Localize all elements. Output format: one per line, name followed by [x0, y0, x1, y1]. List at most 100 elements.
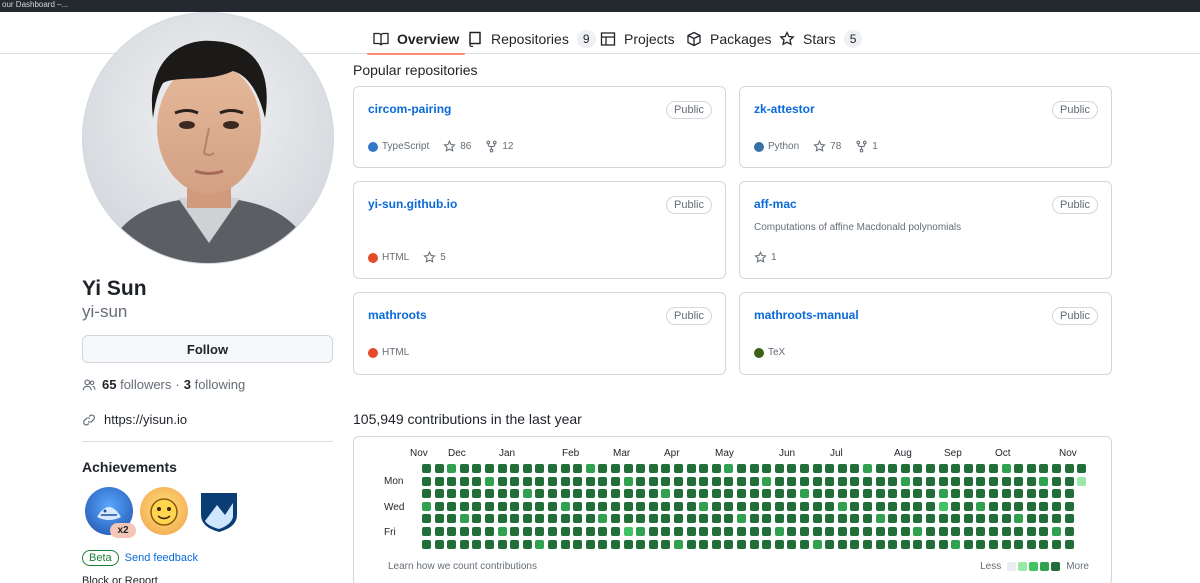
contribution-day[interactable] [522, 464, 532, 473]
contribution-day[interactable] [976, 514, 986, 524]
contribution-day[interactable] [951, 476, 961, 486]
contribution-day[interactable] [762, 514, 772, 524]
contribution-day[interactable] [863, 476, 872, 486]
contribution-day[interactable] [636, 501, 646, 511]
contribution-day[interactable] [749, 527, 759, 536]
contribution-day[interactable] [1064, 476, 1074, 486]
contribution-day[interactable] [510, 476, 520, 486]
contribution-day[interactable] [522, 476, 532, 486]
website-link[interactable]: https://yisun.io [104, 412, 187, 427]
contribution-day[interactable] [787, 539, 797, 549]
contribution-day[interactable] [422, 489, 431, 499]
contribution-day[interactable] [913, 527, 923, 536]
contribution-day[interactable] [850, 476, 860, 486]
contribution-day[interactable] [485, 514, 494, 524]
contribution-day[interactable] [711, 489, 721, 499]
achievements-title[interactable]: Achievements [82, 459, 177, 475]
contribution-day[interactable] [648, 514, 658, 524]
contribution-day[interactable] [522, 539, 532, 549]
contribution-day[interactable] [611, 527, 620, 536]
contribution-day[interactable] [636, 527, 646, 536]
contribution-day[interactable] [1001, 476, 1011, 486]
contribution-day[interactable] [926, 539, 935, 549]
contribution-day[interactable] [585, 527, 595, 536]
contribution-day[interactable] [926, 514, 935, 524]
contribution-day[interactable] [560, 476, 570, 486]
contribution-day[interactable] [548, 501, 557, 511]
repo-stars-link[interactable]: 5 [423, 251, 446, 264]
contribution-day[interactable] [963, 464, 973, 473]
contribution-day[interactable] [459, 539, 469, 549]
contribution-day[interactable] [573, 476, 583, 486]
contribution-day[interactable] [711, 539, 721, 549]
contribution-day[interactable] [560, 501, 570, 511]
contribution-day[interactable] [774, 489, 784, 499]
contribution-day[interactable] [661, 489, 671, 499]
contribution-day[interactable] [510, 539, 520, 549]
contribution-day[interactable] [485, 539, 494, 549]
contribution-day[interactable] [800, 489, 809, 499]
contribution-day[interactable] [800, 501, 809, 511]
contribution-day[interactable] [711, 514, 721, 524]
contribution-day[interactable] [497, 489, 507, 499]
contribution-day[interactable] [611, 539, 620, 549]
contribution-day[interactable] [989, 527, 998, 536]
contribution-day[interactable] [661, 501, 671, 511]
contribution-day[interactable] [825, 539, 835, 549]
contribution-day[interactable] [1026, 539, 1036, 549]
contribution-day[interactable] [598, 501, 608, 511]
contribution-day[interactable] [774, 464, 784, 473]
contribution-day[interactable] [598, 489, 608, 499]
contribution-day[interactable] [875, 514, 885, 524]
tab-packages[interactable]: Packages [686, 24, 771, 54]
contribution-day[interactable] [963, 501, 973, 511]
contribution-day[interactable] [837, 464, 847, 473]
contribution-day[interactable] [787, 527, 797, 536]
contribution-day[interactable] [938, 539, 948, 549]
contribution-day[interactable] [686, 514, 696, 524]
contribution-day[interactable] [686, 501, 696, 511]
contribution-day[interactable] [573, 464, 583, 473]
contribution-day[interactable] [1014, 464, 1024, 473]
contribution-day[interactable] [434, 464, 444, 473]
contribution-day[interactable] [585, 489, 595, 499]
contribution-day[interactable] [510, 514, 520, 524]
contribution-day[interactable] [875, 476, 885, 486]
contribution-day[interactable] [951, 489, 961, 499]
contribution-day[interactable] [989, 501, 998, 511]
contribution-day[interactable] [837, 489, 847, 499]
contribution-day[interactable] [686, 489, 696, 499]
contribution-day[interactable] [535, 464, 545, 473]
contribution-day[interactable] [598, 539, 608, 549]
contribution-day[interactable] [888, 476, 898, 486]
contribution-day[interactable] [699, 539, 709, 549]
contribution-day[interactable] [1064, 527, 1074, 536]
contribution-day[interactable] [522, 527, 532, 536]
contribution-day[interactable] [837, 539, 847, 549]
contribution-day[interactable] [573, 489, 583, 499]
contribution-day[interactable] [686, 464, 696, 473]
contribution-day[interactable] [837, 514, 847, 524]
contribution-day[interactable] [737, 464, 746, 473]
contribution-day[interactable] [447, 514, 457, 524]
contribution-day[interactable] [800, 464, 809, 473]
contribution-day[interactable] [497, 514, 507, 524]
contribution-day[interactable] [963, 527, 973, 536]
contribution-day[interactable] [951, 464, 961, 473]
contribution-day[interactable] [699, 476, 709, 486]
contribution-day[interactable] [1001, 501, 1011, 511]
contribution-day[interactable] [1026, 476, 1036, 486]
contribution-day[interactable] [674, 539, 683, 549]
contribution-day[interactable] [825, 501, 835, 511]
contribution-day[interactable] [598, 514, 608, 524]
contribution-day[interactable] [812, 476, 822, 486]
contribution-day[interactable] [661, 527, 671, 536]
contribution-day[interactable] [548, 527, 557, 536]
contribution-day[interactable] [951, 514, 961, 524]
contribution-day[interactable] [926, 527, 935, 536]
contribution-day[interactable] [762, 489, 772, 499]
contribution-day[interactable] [888, 527, 898, 536]
contribution-day[interactable] [850, 464, 860, 473]
contribution-day[interactable] [686, 539, 696, 549]
contribution-day[interactable] [825, 514, 835, 524]
